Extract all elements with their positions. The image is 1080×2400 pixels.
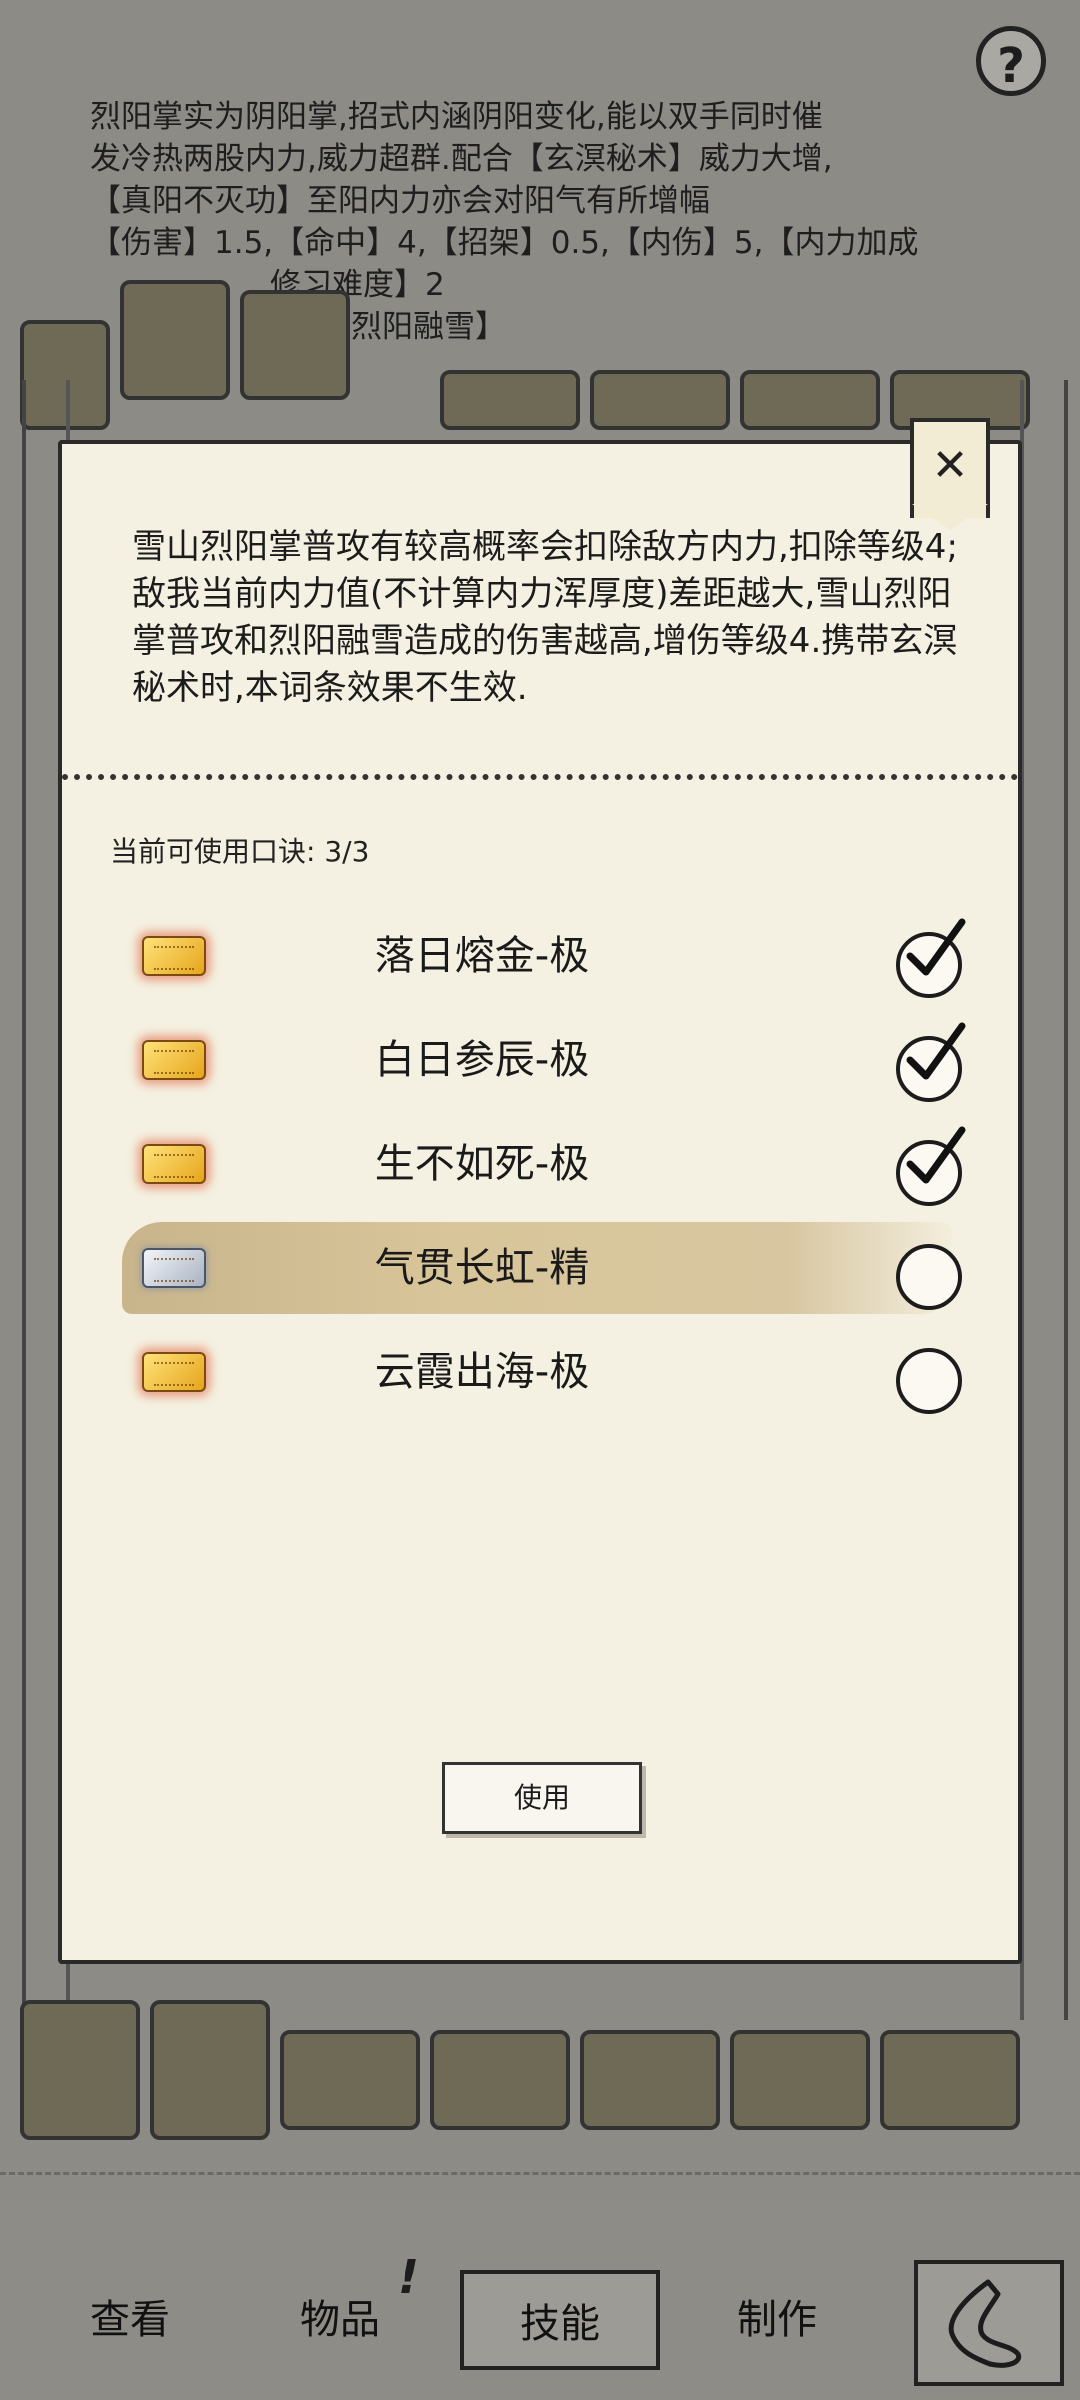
- gold-token-icon: [142, 936, 206, 976]
- scroll-roller-top: [20, 280, 1070, 430]
- option-row-selected[interactable]: 气贯长虹-精: [62, 1216, 1018, 1320]
- nav-skills[interactable]: 技能: [460, 2270, 660, 2370]
- skill-description-line: 发冷热两股内力,威力超群.配合【玄溟秘术】威力大增,: [90, 141, 833, 177]
- slots-label: 当前可使用口诀: 3/3: [110, 835, 370, 868]
- skill-description-line: 【伤害】1.5,【命中】4,【招架】0.5,【内伤】5,【内力加成: [90, 225, 919, 261]
- checkmark-icon: [906, 1126, 966, 1184]
- notification-badge: !: [398, 2250, 419, 2304]
- checkbox[interactable]: [896, 1244, 962, 1310]
- tactics-modal: 雪山烈阳掌普攻有较高概率会扣除敌方内力,扣除等级4; 敌我当前内力值(不计算内力…: [58, 440, 1022, 1964]
- nav-craft[interactable]: 制作: [692, 2270, 862, 2370]
- option-list: 落日熔金-极 白日参辰-极 生不如死-极 气贯长虹-精 云霞出海-极: [62, 904, 1018, 1424]
- option-name: 气贯长虹-精: [374, 1245, 590, 1291]
- scroll-roller-bottom: [20, 2000, 1070, 2160]
- help-button[interactable]: ?: [976, 26, 1046, 96]
- option-row[interactable]: 云霞出海-极: [62, 1320, 1018, 1424]
- option-name: 生不如死-极: [374, 1141, 590, 1187]
- ground-line: [0, 2172, 1080, 2195]
- option-name: 落日熔金-极: [374, 933, 590, 979]
- effect-description: 雪山烈阳掌普攻有较高概率会扣除敌方内力,扣除等级4; 敌我当前内力值(不计算内力…: [132, 527, 958, 708]
- gold-token-icon: [142, 1144, 206, 1184]
- close-button[interactable]: ✕: [910, 418, 990, 518]
- close-icon: ✕: [931, 440, 969, 491]
- divider: [62, 774, 1018, 780]
- skill-description-line: 烈阳掌实为阴阳掌,招式内涵阴阳变化,能以双手同时催: [90, 99, 823, 135]
- silver-token-icon: [142, 1248, 206, 1288]
- close-tab-point: [912, 504, 988, 530]
- nav-view[interactable]: 查看: [45, 2270, 215, 2370]
- scroll-frame-right: [1020, 380, 1068, 2020]
- bottom-nav: 查看 物品 ! 技能 制作: [0, 2200, 1080, 2400]
- back-button[interactable]: [914, 2260, 1064, 2386]
- checkmark-icon: [906, 1022, 966, 1080]
- option-row[interactable]: 落日熔金-极: [62, 904, 1018, 1008]
- skill-description-line: 【真阳不灭功】至阳内力亦会对阳气有所增幅: [90, 183, 710, 219]
- option-row[interactable]: 生不如死-极: [62, 1112, 1018, 1216]
- use-button[interactable]: 使用: [442, 1762, 642, 1834]
- option-row[interactable]: 白日参辰-极: [62, 1008, 1018, 1112]
- checkmark-icon: [906, 918, 966, 976]
- checkbox[interactable]: [896, 1348, 962, 1414]
- option-name: 白日参辰-极: [374, 1037, 590, 1083]
- back-icon: [948, 2279, 1022, 2368]
- gold-token-icon: [142, 1040, 206, 1080]
- option-name: 云霞出海-极: [374, 1349, 590, 1395]
- gold-token-icon: [142, 1352, 206, 1392]
